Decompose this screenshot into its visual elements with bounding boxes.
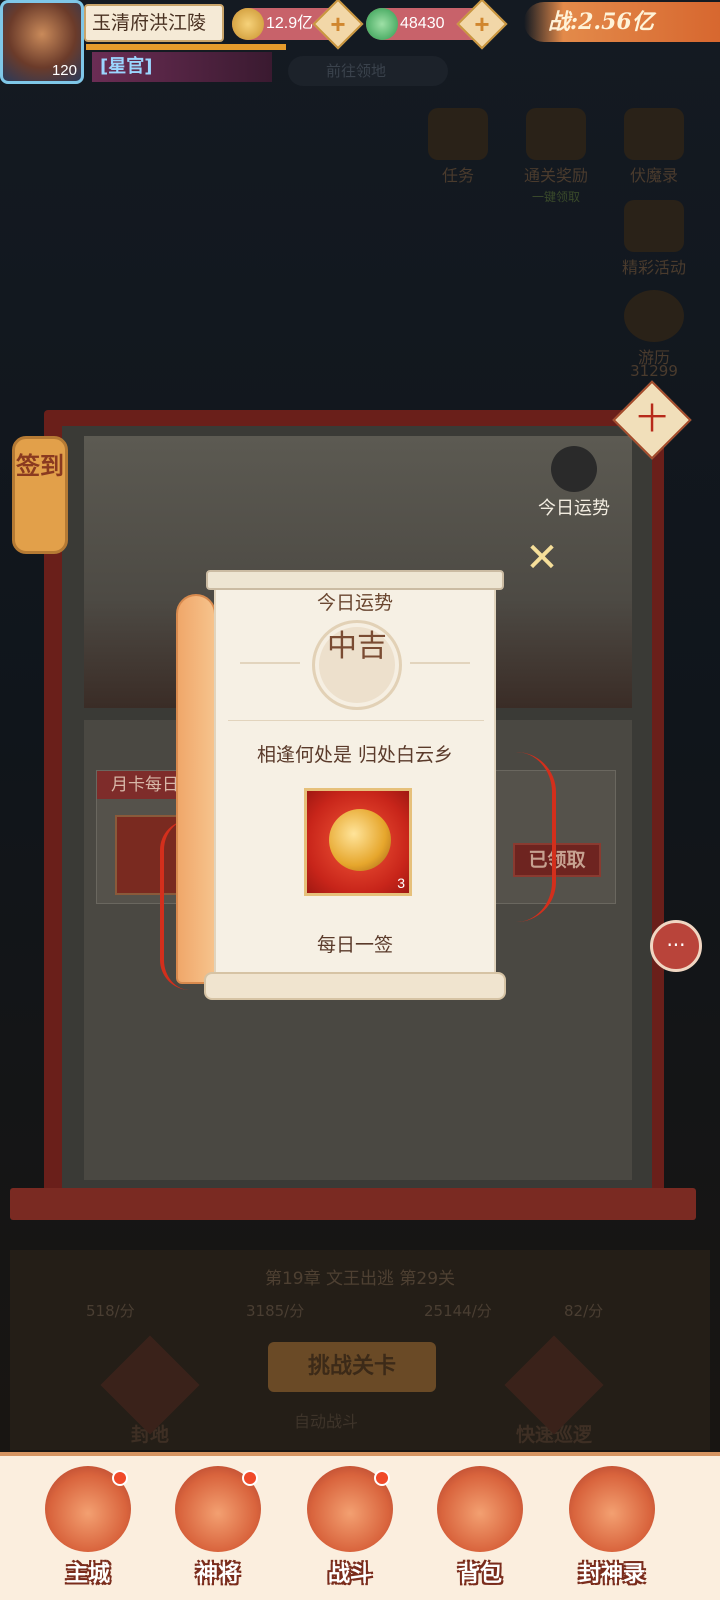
player-avatar[interactable]: 120 bbox=[0, 0, 84, 84]
side-menu-clear-reward[interactable]: 通关奖励 一键领取 bbox=[516, 108, 596, 205]
player-title-badge: [星官] bbox=[92, 52, 272, 82]
daily-fortune-badge[interactable]: 今日运势 bbox=[528, 446, 620, 520]
nav-backpack-label: 背包 bbox=[457, 1561, 502, 1587]
notification-dot bbox=[374, 1470, 390, 1486]
player-level: 120 bbox=[51, 62, 77, 79]
territory-icon bbox=[100, 1335, 200, 1435]
gold-coin-icon bbox=[232, 8, 264, 40]
top-bar: 120 玉清府洪江陵 [星官] 12.9亿 + 48430 + 战:2.56亿 … bbox=[0, 0, 720, 90]
nav-main-city[interactable]: 主城 bbox=[28, 1466, 148, 1600]
challenge-stage-button[interactable]: 挑战关卡 bbox=[268, 1342, 436, 1392]
reward-quantity: 3 bbox=[397, 875, 405, 891]
daily-fortune-badge-label: 今日运势 bbox=[538, 498, 610, 519]
fortune-poem: 相逢何处是 归处白云乡 bbox=[256, 744, 454, 766]
combat-power: 战:2.56亿 bbox=[524, 2, 720, 42]
nav-generals-label: 神将 bbox=[195, 1561, 240, 1587]
divider-right bbox=[410, 662, 470, 664]
scroll-bottom-rod bbox=[204, 972, 506, 1000]
side-menu-demon-record[interactable]: 伏魔录 bbox=[614, 108, 694, 186]
nav-generals[interactable]: 神将 bbox=[158, 1466, 278, 1600]
reward-item[interactable]: 3 bbox=[304, 788, 412, 896]
demon-record-label: 伏魔录 bbox=[629, 166, 678, 185]
jade-currency: 48430 + bbox=[366, 0, 508, 50]
side-menu-travel[interactable]: 游历 bbox=[614, 290, 694, 368]
auto-battle-toggle[interactable]: 自动战斗 bbox=[294, 1408, 358, 1432]
nav-deity-record[interactable]: 封神录 bbox=[552, 1466, 672, 1600]
player-name: 玉清府洪江陵 bbox=[84, 4, 224, 42]
patrol-icon bbox=[504, 1335, 604, 1435]
gold-currency: 12.9亿 + bbox=[232, 0, 364, 50]
notification-dot bbox=[242, 1470, 258, 1486]
modal-caption: 每日一签 bbox=[316, 934, 393, 956]
quest-icon bbox=[428, 108, 488, 160]
scroll-book-icon bbox=[624, 108, 684, 160]
fortune-result: 中吉 bbox=[327, 629, 387, 664]
close-modal-icon[interactable]: ✕ bbox=[520, 536, 564, 580]
quest-label: 任务 bbox=[441, 166, 474, 185]
backpack-icon bbox=[437, 1466, 523, 1552]
events-icon bbox=[624, 200, 684, 252]
resource-rate-4: 82/分 bbox=[564, 1302, 604, 1320]
nav-main-city-label: 主城 bbox=[65, 1561, 110, 1587]
stage-chapter: 第19章 文王出逃 第29关 bbox=[264, 1269, 456, 1289]
signin-lantern: 签到 bbox=[12, 436, 68, 554]
scroll-divider bbox=[228, 720, 484, 721]
fortune-result-seal: 中吉 bbox=[312, 620, 402, 710]
add-gold-button[interactable]: + bbox=[312, 0, 364, 50]
red-cord-right bbox=[500, 752, 556, 922]
resource-rate-2: 3185/分 bbox=[246, 1302, 305, 1320]
side-menu-quest[interactable]: 任务 bbox=[418, 108, 498, 186]
fortune-stick bbox=[176, 594, 216, 984]
territory-button[interactable]: 封地 bbox=[90, 1335, 210, 1447]
experience-bar bbox=[86, 44, 286, 50]
events-label: 精彩活动 bbox=[621, 258, 686, 277]
quick-patrol-button[interactable]: 快速巡逻 bbox=[494, 1335, 614, 1447]
travel-icon bbox=[624, 290, 684, 342]
divider-left bbox=[240, 662, 300, 664]
jade-amount: 48430 bbox=[400, 15, 445, 32]
side-menu-events[interactable]: 精彩活动 bbox=[614, 200, 694, 278]
gold-amount: 12.9亿 bbox=[266, 15, 314, 32]
nav-deity-record-label: 封神录 bbox=[578, 1561, 645, 1587]
add-jade-button[interactable]: + bbox=[456, 0, 508, 50]
resource-rate-3: 25144/分 bbox=[424, 1302, 492, 1320]
modal-title: 今日运势 bbox=[316, 592, 393, 614]
jade-icon bbox=[366, 8, 398, 40]
reward-chest-icon bbox=[526, 108, 586, 160]
deity-record-icon bbox=[569, 1466, 655, 1552]
scroll-top-rod bbox=[206, 570, 504, 590]
nav-battle-label: 战斗 bbox=[327, 1561, 372, 1587]
bottom-nav: 主城 神将 战斗 背包 封神录 bbox=[0, 1452, 720, 1600]
golden-ruyi-icon bbox=[329, 809, 391, 871]
nav-battle[interactable]: 战斗 bbox=[290, 1466, 410, 1600]
fortune-tube-icon bbox=[551, 446, 597, 492]
notification-dot bbox=[112, 1470, 128, 1486]
chat-bubble-icon[interactable]: ··· bbox=[650, 920, 702, 972]
territory-search[interactable]: 前往领地 bbox=[288, 56, 448, 86]
clear-reward-label: 通关奖励 bbox=[523, 166, 588, 185]
nav-backpack[interactable]: 背包 bbox=[420, 1466, 540, 1600]
travel-counter: 31299 bbox=[630, 362, 678, 380]
signin-frame-base bbox=[10, 1188, 696, 1220]
resource-rate-1: 518/分 bbox=[86, 1302, 135, 1320]
clear-reward-sublabel: 一键领取 bbox=[531, 190, 580, 204]
